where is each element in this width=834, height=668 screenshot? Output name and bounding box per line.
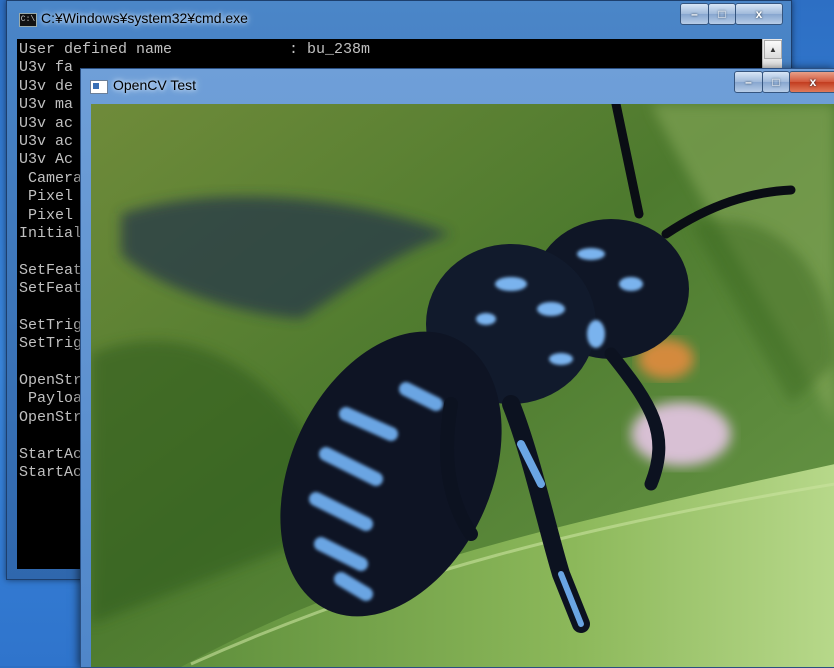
minimize-icon: – <box>745 75 752 89</box>
scroll-up-arrow-icon[interactable]: ▲ <box>764 40 782 59</box>
close-icon: x <box>809 75 817 89</box>
maximize-icon: □ <box>772 75 780 89</box>
camera-image <box>91 104 834 667</box>
console-line: User defined name : bu_238m <box>19 41 371 58</box>
opencv-window-title: OpenCV Test <box>113 77 197 93</box>
close-button[interactable]: x <box>735 3 783 25</box>
bee-photo <box>91 104 834 667</box>
minimize-icon: – <box>691 7 698 21</box>
cmd-title-bar[interactable]: C:\ C:¥Windows¥system32¥cmd.exe – □ x <box>7 1 791 39</box>
close-button[interactable]: x <box>789 71 834 93</box>
close-icon: x <box>755 7 763 21</box>
maximize-button[interactable]: □ <box>762 71 790 93</box>
minimize-button[interactable]: – <box>734 71 763 93</box>
console-icon: C:\ <box>19 13 37 27</box>
opencv-title-bar[interactable]: OpenCV Test – □ x <box>81 69 834 99</box>
cmd-window-title: C:¥Windows¥system32¥cmd.exe <box>41 10 248 26</box>
opencv-window[interactable]: OpenCV Test – □ x <box>80 68 834 668</box>
window-icon <box>90 80 108 94</box>
maximize-button[interactable]: □ <box>708 3 736 25</box>
minimize-button[interactable]: – <box>680 3 709 25</box>
maximize-icon: □ <box>718 7 726 21</box>
